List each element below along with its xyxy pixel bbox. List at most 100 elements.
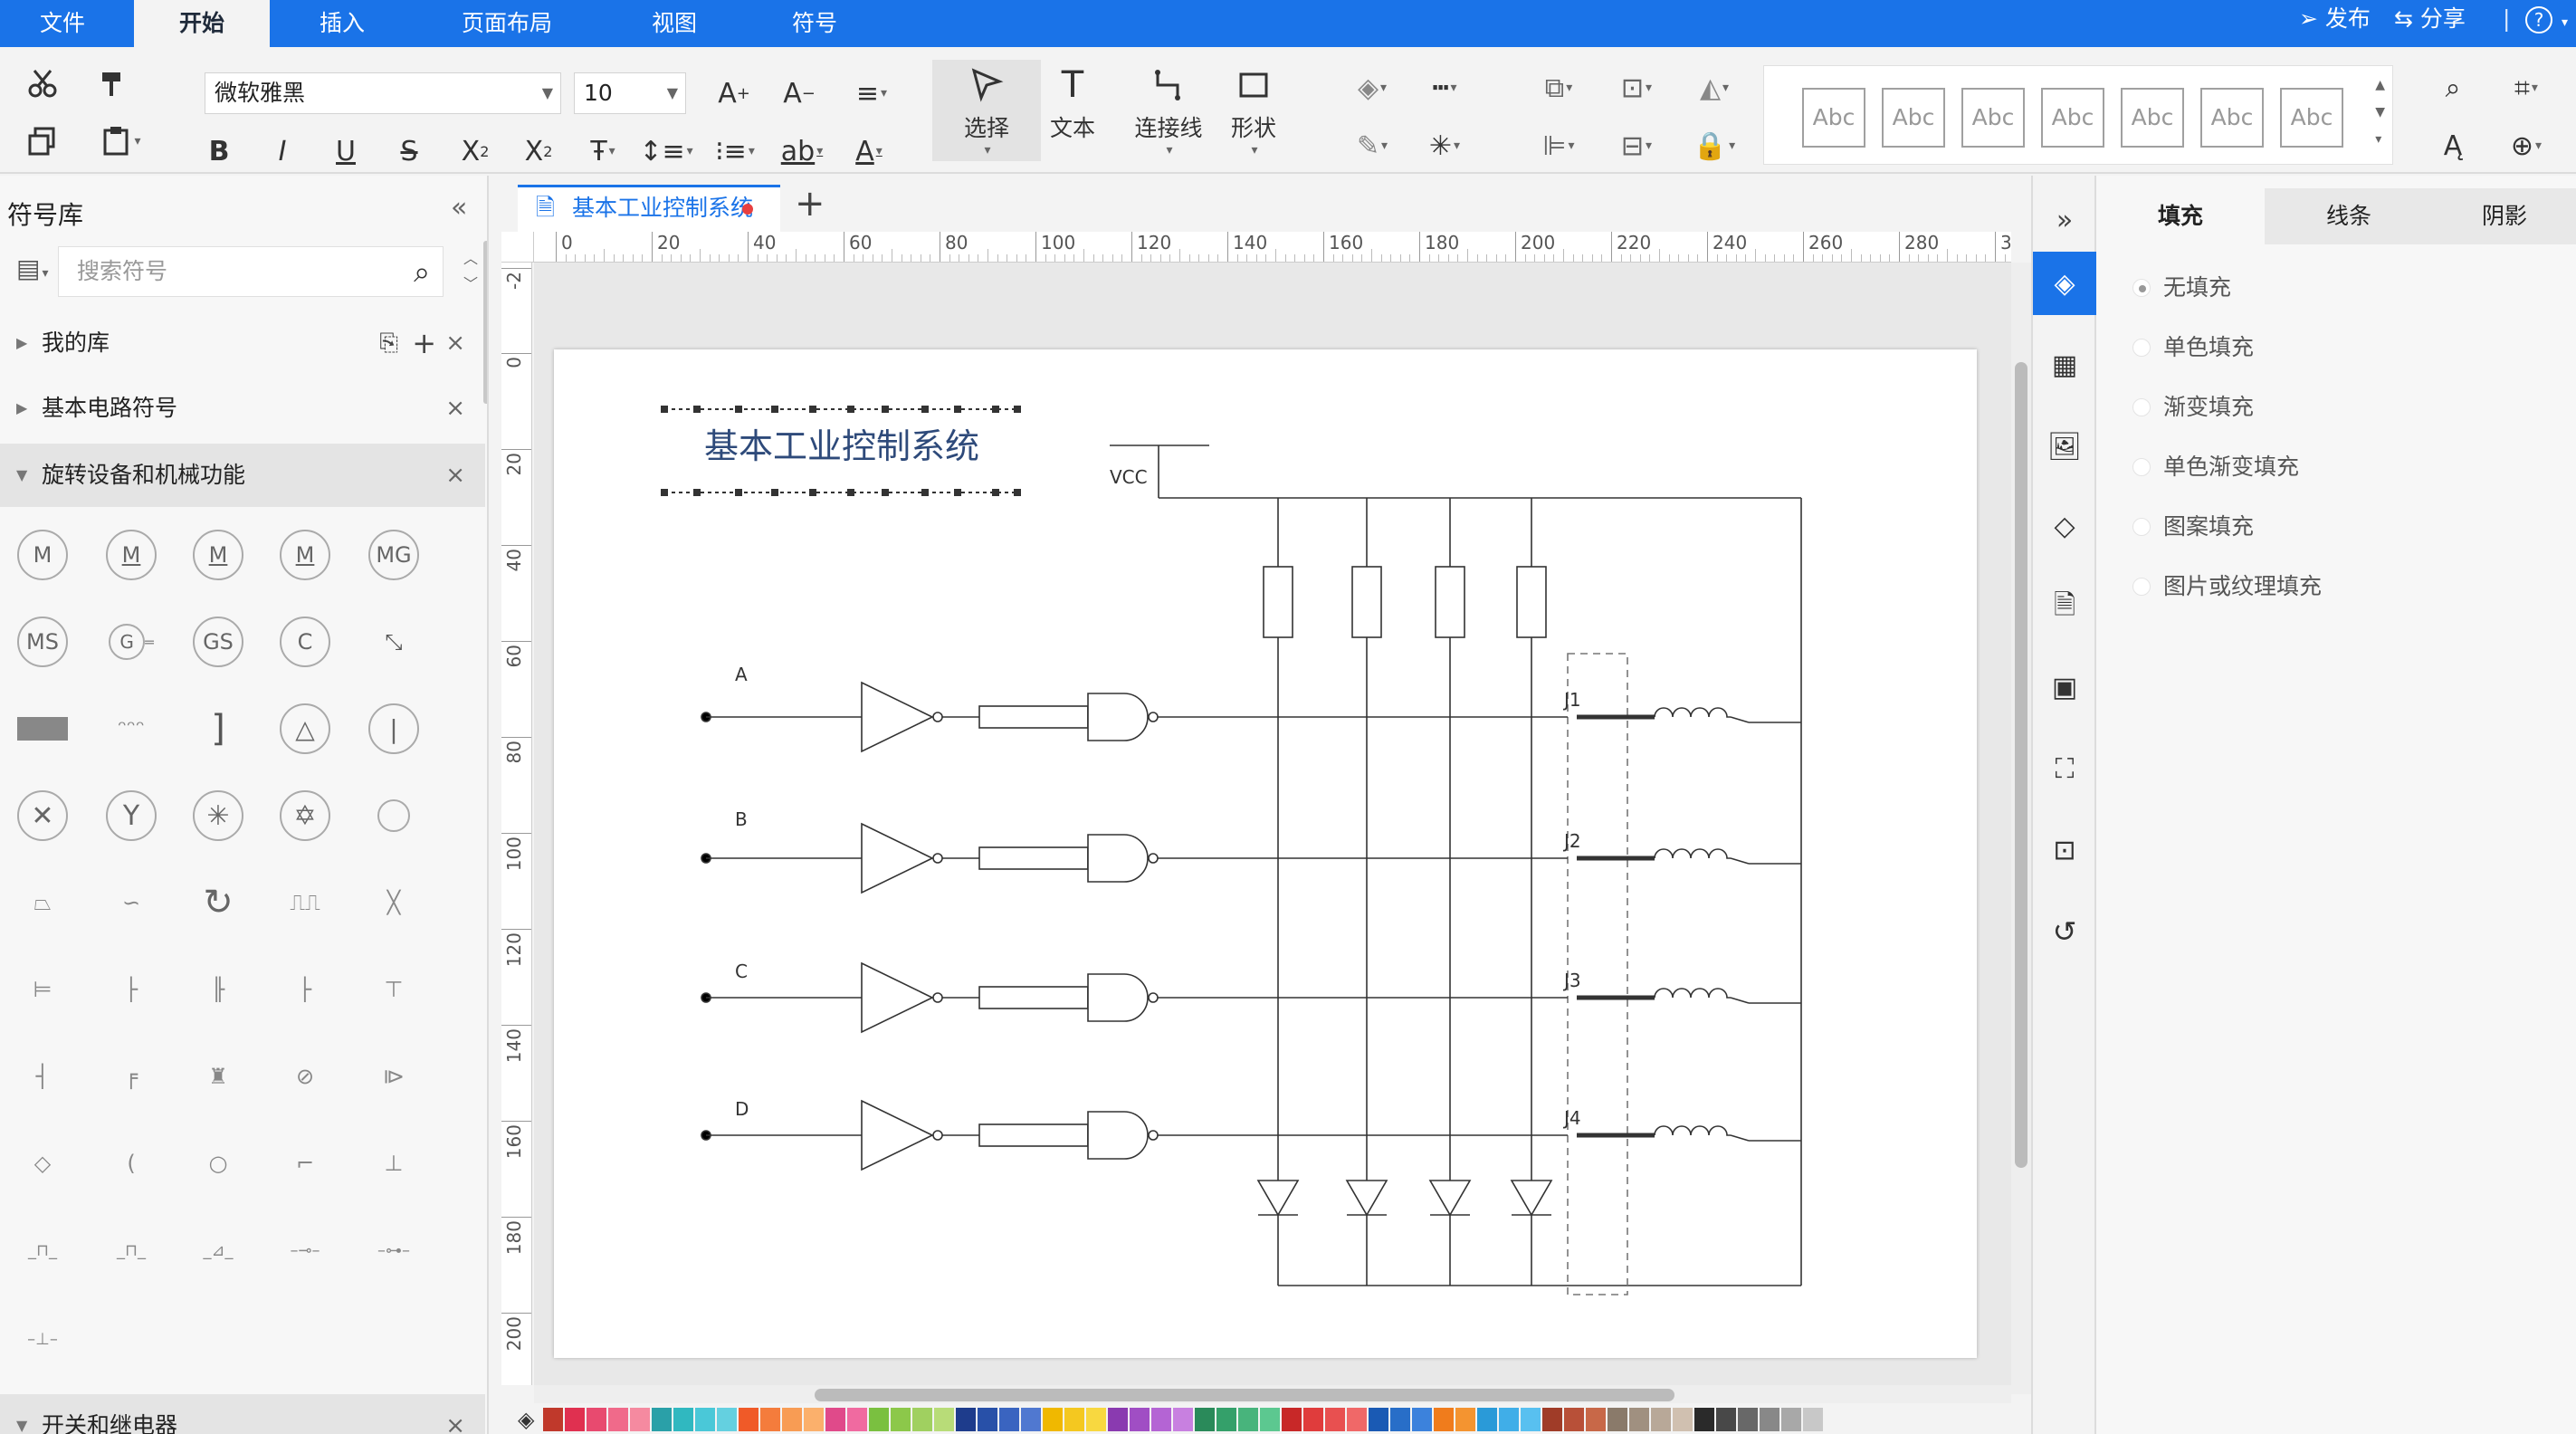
symbol-synchronous-generator[interactable]: GS [186,610,250,674]
effects-icon[interactable]: ✳ ▾ [1417,123,1472,168]
horizontal-scrollbar[interactable] [534,1385,2011,1403]
symbol-coil[interactable]: ᵔᵔᵔ [100,697,163,760]
shape-data-icon[interactable]: ▣ [2033,655,2096,719]
font-family-select[interactable]: 微软雅黑 ▼ [205,72,561,114]
add-icon[interactable]: + [412,311,436,375]
symbol-generator[interactable]: G ═ [100,610,163,674]
presentation-icon[interactable]: ⊡ [2033,818,2096,882]
copy-icon[interactable] [20,121,65,161]
color-swatch[interactable] [956,1408,977,1431]
superscript-icon[interactable]: X2 [453,129,498,174]
color-swatch[interactable] [608,1408,629,1431]
close-icon[interactable]: × [445,377,465,440]
flip-icon[interactable]: ◭ ▾ [1685,65,1743,110]
color-swatch[interactable] [1477,1408,1498,1431]
layers-icon[interactable]: ◇ [2033,494,2096,558]
style-preset[interactable]: Abc [1961,88,2025,148]
expand-panel-icon[interactable]: » [2033,188,2096,252]
color-swatch[interactable] [1130,1408,1150,1431]
radio[interactable] [2132,518,2151,536]
canvas-area[interactable]: 基本工业控制系统 VCC A J1 B J2 C J3 D J4 [534,263,2011,1394]
strikethrough-icon[interactable]: S [389,129,429,174]
color-swatch[interactable] [1043,1408,1064,1431]
color-swatch[interactable] [695,1408,716,1431]
align-left-icon[interactable]: ⊫ ▾ [1530,123,1588,168]
circuit-diagram[interactable]: 基本工业控制系统 VCC A J1 B J2 C J3 D J4 [554,349,1977,1358]
align-icon[interactable]: ≡ ▾ [840,71,903,116]
line-color-icon[interactable]: ✎ ▾ [1345,123,1399,168]
fill-color-icon[interactable]: ◈ ▾ [1345,65,1399,110]
font-grow-icon[interactable]: A + [711,71,757,116]
symbol-line-3[interactable]: _⊿_ [186,1219,250,1282]
fill-option-picture[interactable]: 图片或纹理填充 [2132,569,2322,605]
color-swatch[interactable] [1499,1408,1520,1431]
style-preset[interactable]: Abc [2121,88,2184,148]
tab-line[interactable]: 线条 [2265,188,2433,244]
color-swatch[interactable] [739,1408,759,1431]
drawing-page[interactable]: 基本工业控制系统 VCC A J1 B J2 C J3 D J4 [554,349,1977,1358]
paste-icon[interactable]: ▾ [91,121,150,161]
color-swatch[interactable] [1564,1408,1585,1431]
color-swatch[interactable] [825,1408,846,1431]
color-swatch[interactable] [804,1408,825,1431]
color-swatch[interactable] [1282,1408,1302,1431]
share-button[interactable]: ⇆ 分享 [2394,0,2466,47]
symbol-trapezoid[interactable]: ⏢ [11,871,74,934]
library-rotating-equipment[interactable]: ▼ 旋转设备和机械功能 × [0,444,485,507]
fill-option-pattern[interactable]: 图案填充 [2132,509,2254,545]
close-icon[interactable]: × [445,1394,465,1434]
color-swatch[interactable] [1651,1408,1672,1431]
replace-icon[interactable]: ⊕ ▾ [2495,123,2558,168]
color-swatch[interactable] [1542,1408,1563,1431]
crop-icon[interactable]: ⌗ ▾ [2495,65,2558,110]
line-spacing-icon[interactable]: ↕≡ ▾ [637,129,695,174]
color-swatch[interactable] [1455,1408,1476,1431]
radio[interactable] [2132,339,2151,357]
symbol-pulse[interactable]: ⎍⎍ [273,871,337,934]
page-icon[interactable]: 🗎 [2033,576,2096,639]
color-swatch[interactable] [760,1408,781,1431]
bullet-list-icon[interactable]: ⁝≡ ▾ [706,129,764,174]
tab-fill[interactable]: 填充 [2096,188,2265,244]
mindmap-icon[interactable]: ⛶ [2033,737,2096,800]
symbol-squiggle[interactable]: ∽ [100,871,163,934]
style-preset[interactable]: Abc [1802,88,1865,148]
symbol-end-15[interactable]: ⊥ [362,1132,425,1195]
shape-tool[interactable]: 形状 ▾ [1204,60,1303,161]
library-switches-relays[interactable]: ▼ 开关和继电器 × [0,1394,485,1434]
color-swatch[interactable] [1108,1408,1129,1431]
symbol-motor-generator[interactable]: MG [362,523,425,587]
library-my[interactable]: ▶ 我的库 ⎘ + × [0,311,485,375]
color-swatch[interactable] [1412,1408,1433,1431]
font-shrink-icon[interactable]: A − [777,71,822,116]
text-highlight-icon[interactable]: ab ▾ [773,129,831,174]
style-preset[interactable]: Abc [2200,88,2264,148]
color-swatch[interactable] [1021,1408,1042,1431]
vertical-scrollbar[interactable] [2011,263,2031,1394]
symbol-motor[interactable]: M [11,523,74,587]
color-swatch[interactable] [1303,1408,1324,1431]
menu-tab-page-layout[interactable]: 页面布局 [416,0,597,47]
symbol-end-2[interactable]: ├ [100,958,163,1021]
symbol-line-4[interactable]: –⊸– [273,1219,337,1282]
symbol-arrows[interactable]: ⤡ [362,610,425,674]
symbol-capacitor-machine[interactable]: C [273,610,337,674]
library-menu-icon[interactable]: ▤ ▾ [16,253,49,283]
color-swatch[interactable] [1369,1408,1389,1431]
symbol-end-3[interactable]: ╟ [186,958,250,1021]
color-swatch[interactable] [1325,1408,1346,1431]
color-swatch[interactable] [1760,1408,1780,1431]
help-button[interactable]: ? ▾ [2525,0,2568,47]
document-tab[interactable]: 🗎 基本工业控制系统 [518,185,780,232]
symbol-wye[interactable]: Y [100,784,163,847]
symbol-motor-ac-dc[interactable]: M [273,523,337,587]
color-swatch[interactable] [891,1408,911,1431]
distribute-icon[interactable]: ⊟ ▾ [1608,123,1665,168]
color-swatch[interactable] [543,1408,564,1431]
radio[interactable] [2132,398,2151,416]
color-swatch[interactable] [1086,1408,1107,1431]
symbol-bar[interactable] [11,697,74,760]
color-swatch[interactable] [1629,1408,1650,1431]
scroll-thumb[interactable] [815,1389,1674,1401]
cut-icon[interactable] [20,63,65,103]
